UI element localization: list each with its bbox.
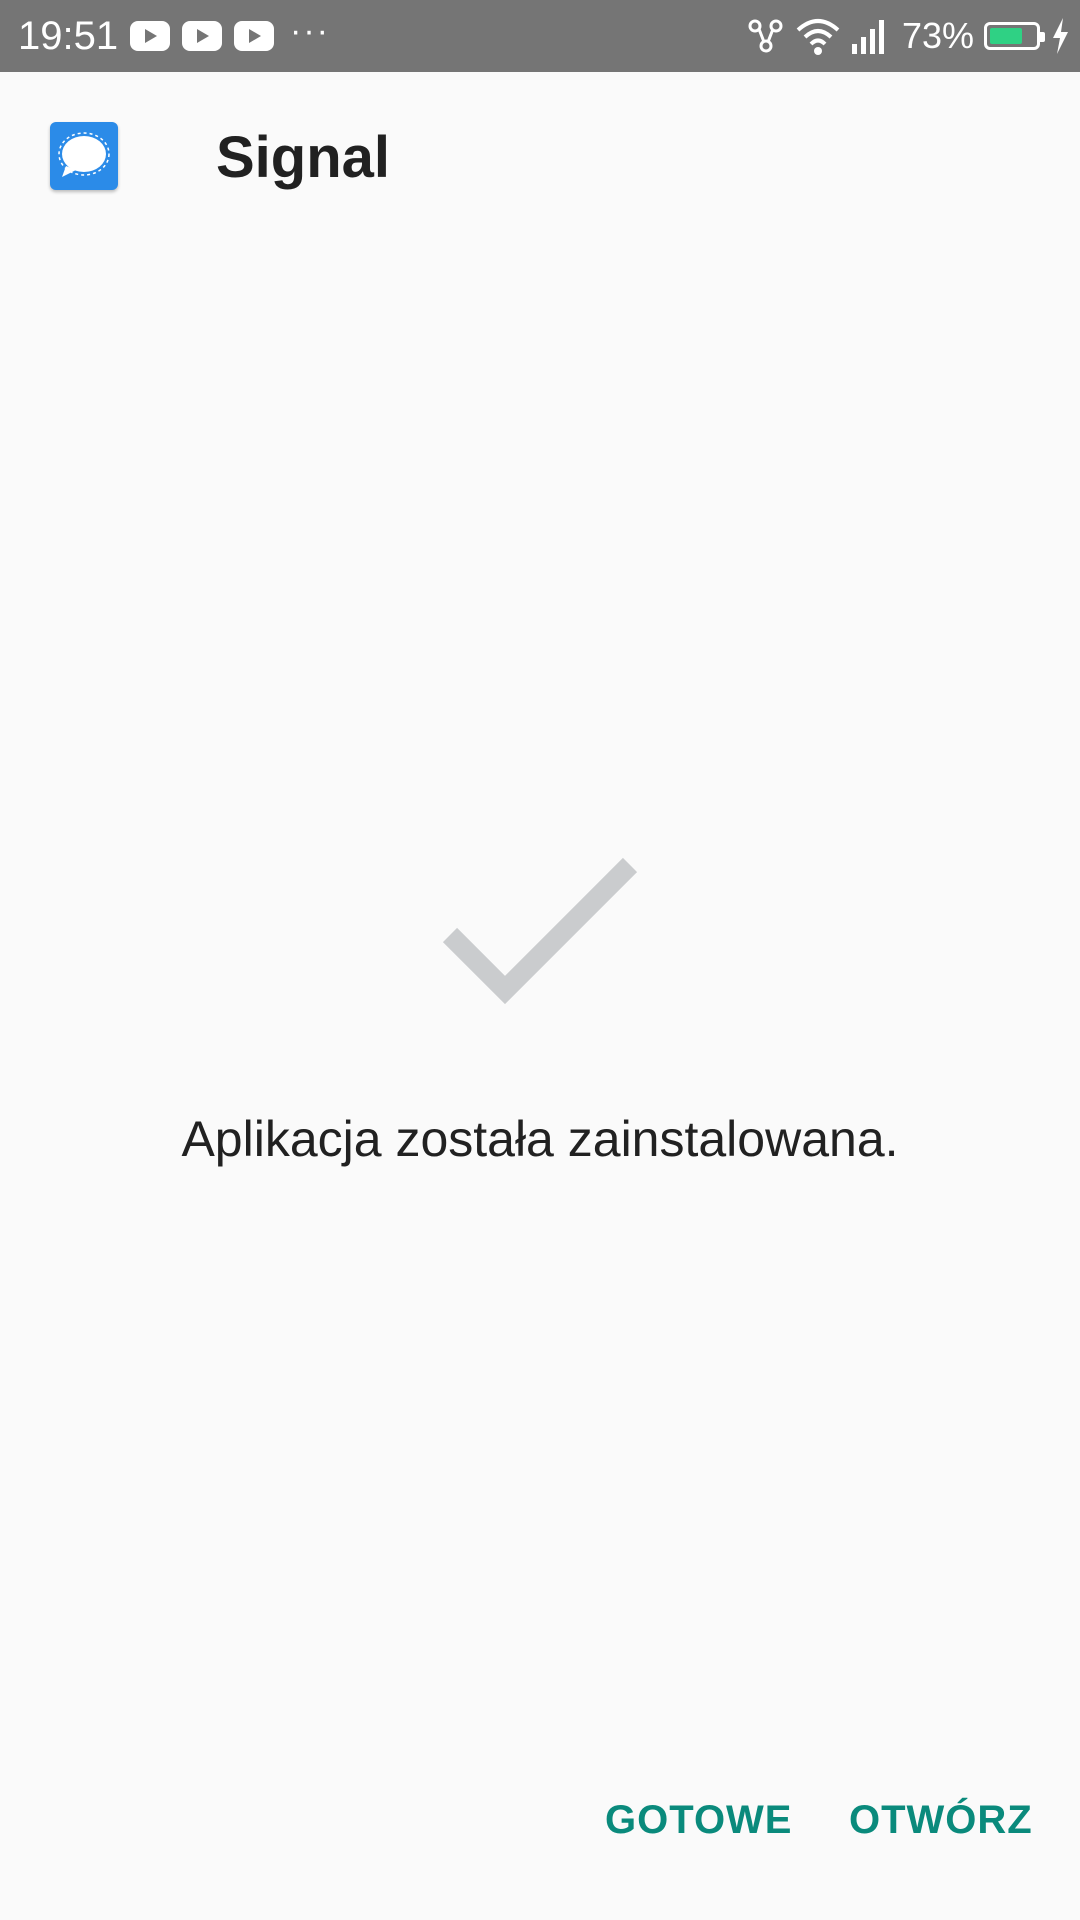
app-name: Signal [216,125,391,190]
status-right: 73% [746,14,1070,58]
more-notifications-icon: ··· [290,12,330,50]
cellular-signal-icon [851,20,884,54]
wifi-icon [796,19,840,55]
charging-icon [1053,18,1068,54]
checkmark-icon [430,840,650,1020]
app-header: Signal [0,72,1080,242]
battery-percent: 73% [901,15,974,56]
open-button[interactable]: OTWÓRZ [849,1798,1033,1843]
status-bar: 19:51 ··· 73% [0,0,1080,72]
notification-icons: ··· [130,12,330,54]
status-time: 19:51 [18,14,119,58]
youtube-icon [182,21,222,51]
hotspot-icon [748,19,783,53]
battery-icon [984,22,1045,50]
youtube-icon [130,21,170,51]
youtube-icon [234,21,274,51]
done-button[interactable]: GOTOWE [605,1798,792,1843]
battery-fill [990,28,1022,44]
install-complete-screen: 19:51 ··· 73% Signal Aplikacja została z… [0,0,1080,1920]
signal-app-icon [50,122,118,190]
install-success-message: Aplikacja została zainstalowana. [181,1111,899,1167]
